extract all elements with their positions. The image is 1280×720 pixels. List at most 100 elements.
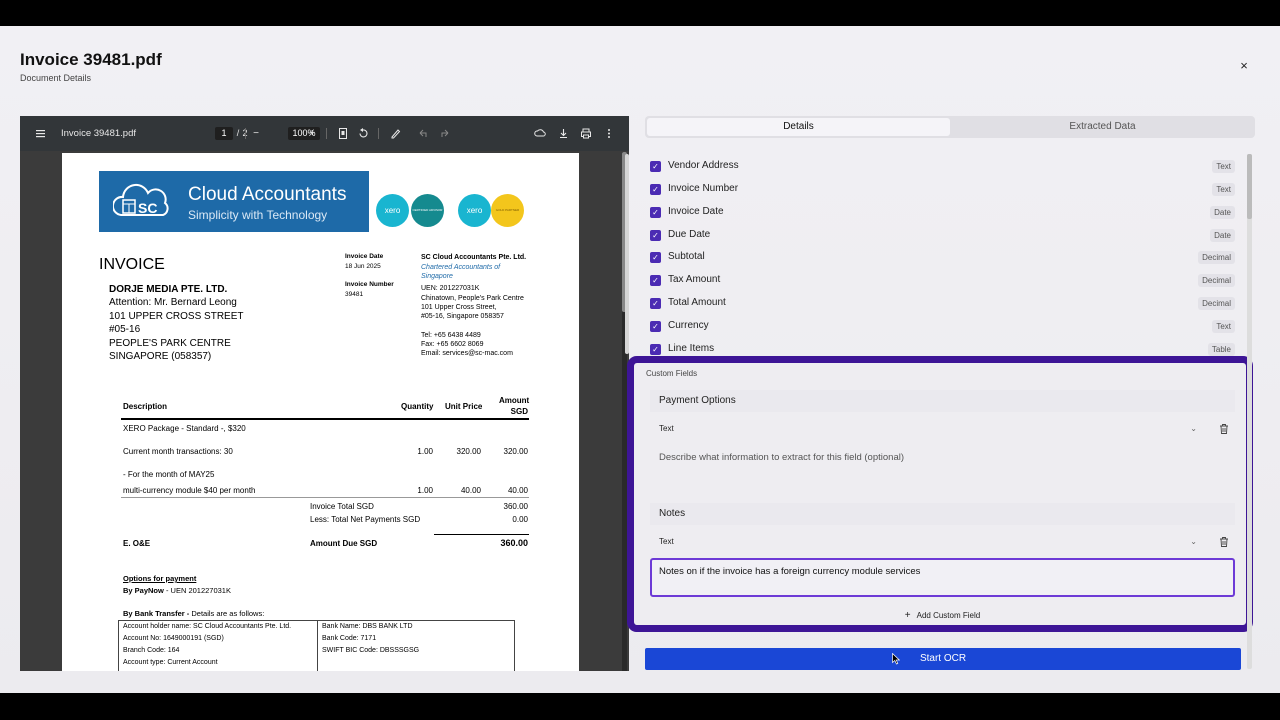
field-row: ✓ Subtotal Decimal [645,246,1245,268]
field-label: Invoice Number [668,183,739,194]
bank-detail: Branch Code: 164 [123,647,180,654]
company-logo: SC Cloud Accountants Simplicity with Tec… [99,171,369,232]
invoice-total-value: 360.00 [503,502,528,511]
field-type-badge: Text [1212,183,1235,196]
total-rule [434,534,529,535]
field-checkbox[interactable]: ✓ [650,184,661,195]
company-line: Chinatown, People's Park Centre [421,295,524,302]
line-item: multi-currency module $40 per month [123,486,256,495]
toolbar-divider [245,128,246,139]
undo-icon[interactable] [418,127,428,140]
paynow-line: By PayNow - UEN 201227031K [123,586,231,595]
pdf-viewer: Invoice 39481.pdf 1 / 2 − 100% + [20,116,629,671]
panel-scrollbar[interactable] [1247,154,1252,669]
field-type-badge: Text [1212,320,1235,333]
letterbox-bottom [0,693,1280,720]
field-label: Due Date [668,229,711,240]
bill-to-line: 101 UPPER CROSS STREET [109,311,244,322]
field-label: Total Amount [668,297,726,308]
field-row: ✓ Vendor Address Text [645,155,1245,177]
logo-mark: SC [138,200,157,216]
company-line: Chartered Accountants of [421,264,501,271]
field-type-badge: Decimal [1198,251,1235,264]
zoom-in-button[interactable]: + [307,127,317,140]
bank-details-table: Account holder name: SC Cloud Accountant… [118,620,515,671]
bank-detail: SWIFT BIC Code: DBSSSGSG [322,647,420,654]
field-row: ✓ Currency Text [645,315,1245,337]
field-type-badge: Text [1212,160,1235,173]
tab-details[interactable]: Details [647,118,950,136]
zoom-out-button[interactable]: − [251,127,261,140]
redo-icon[interactable] [440,127,450,140]
payment-options-heading: Options for payment [123,574,197,583]
certified-advisor-badge: CERTIFIED ADVISOR [411,194,444,227]
invoice-number-label: Invoice Number [345,281,394,288]
field-checkbox[interactable]: ✓ [650,207,661,218]
rotate-icon[interactable] [357,127,369,140]
field-label: Vendor Address [668,160,739,171]
page-number-input[interactable]: 1 [215,127,233,140]
cloud-save-icon[interactable] [534,127,546,140]
logo-tagline: Simplicity with Technology [188,208,328,222]
field-checkbox[interactable]: ✓ [650,161,661,172]
field-checkbox[interactable]: ✓ [650,321,661,332]
fit-page-icon[interactable] [338,127,348,140]
cloud-logo-icon: SC [113,183,169,216]
field-checkbox[interactable]: ✓ [650,230,661,241]
field-type-badge: Decimal [1198,274,1235,287]
print-icon[interactable] [580,127,592,140]
menu-icon[interactable] [35,127,46,140]
annotation-highlight-box [627,356,1253,632]
field-type-badge: Decimal [1198,297,1235,310]
field-checkbox[interactable]: ✓ [650,275,661,286]
field-label: Subtotal [668,251,705,262]
company-line: Email: services@sc-mac.com [421,350,513,357]
more-options-icon[interactable] [605,127,613,140]
line-item: XERO Package - Standard -, $320 [123,424,246,433]
company-name: SC Cloud Accountants Pte. Ltd. [421,254,527,261]
field-checkbox[interactable]: ✓ [650,252,661,263]
tab-extracted-data[interactable]: Extracted Data [952,118,1253,136]
bill-to-line: Attention: Mr. Bernard Leong [109,297,237,308]
field-row: ✓ Invoice Date Date [645,201,1245,223]
bank-detail: Account type: Current Account [123,659,218,666]
start-ocr-button[interactable]: Start OCR [645,648,1241,670]
col-amount-currency: SGD [510,407,528,416]
bank-detail: Bank Code: 7171 [322,635,377,642]
toolbar-divider [378,128,379,139]
bank-table-divider [317,621,318,671]
line-item-qty: 1.00 [417,447,433,456]
download-icon[interactable] [558,127,569,140]
panel-scroll-thumb[interactable] [1247,154,1252,219]
xero-badge: xero [376,194,409,227]
bill-to-line: #05-16 [109,324,141,335]
gold-partner-badge: GOLD PARTNER [491,194,524,227]
company-line: UEN: 201227031K [421,285,480,292]
annotate-icon[interactable] [390,127,401,140]
company-line: Singapore [421,273,453,280]
field-checkbox[interactable]: ✓ [650,298,661,309]
modal-title: Invoice 39481.pdf [20,50,162,69]
line-item: Current month transactions: 30 [123,447,233,456]
letterbox-top [0,0,1280,26]
line-item: - For the month of MAY25 [123,470,215,479]
field-row: ✓ Total Amount Decimal [645,292,1245,314]
payments-label: Less: Total Net Payments SGD [310,515,421,524]
company-line: #05-16, Singapore 058357 [421,313,504,320]
company-line: Fax: +65 6602 8069 [421,341,484,348]
close-icon[interactable]: × [1237,59,1251,73]
amount-due-value: 360.00 [500,538,528,548]
field-row: ✓ Due Date Date [645,224,1245,246]
eoe-note: E. O&E [123,539,151,548]
logo-title: Cloud Accountants [188,184,347,205]
panel-tabs: Details Extracted Data [645,116,1255,138]
line-item-amount: 320.00 [503,447,528,456]
pdf-page: SC Cloud Accountants Simplicity with Tec… [62,153,579,671]
bill-to-line: SINGAPORE (058357) [109,351,212,362]
field-type-badge: Date [1210,229,1235,242]
field-list-scrollbar[interactable] [625,154,629,354]
invoice-number-value: 39481 [345,291,364,298]
xero-badge: xero [458,194,491,227]
field-checkbox[interactable]: ✓ [650,344,661,355]
invoice-date-value: 18 Jun 2025 [345,263,381,270]
